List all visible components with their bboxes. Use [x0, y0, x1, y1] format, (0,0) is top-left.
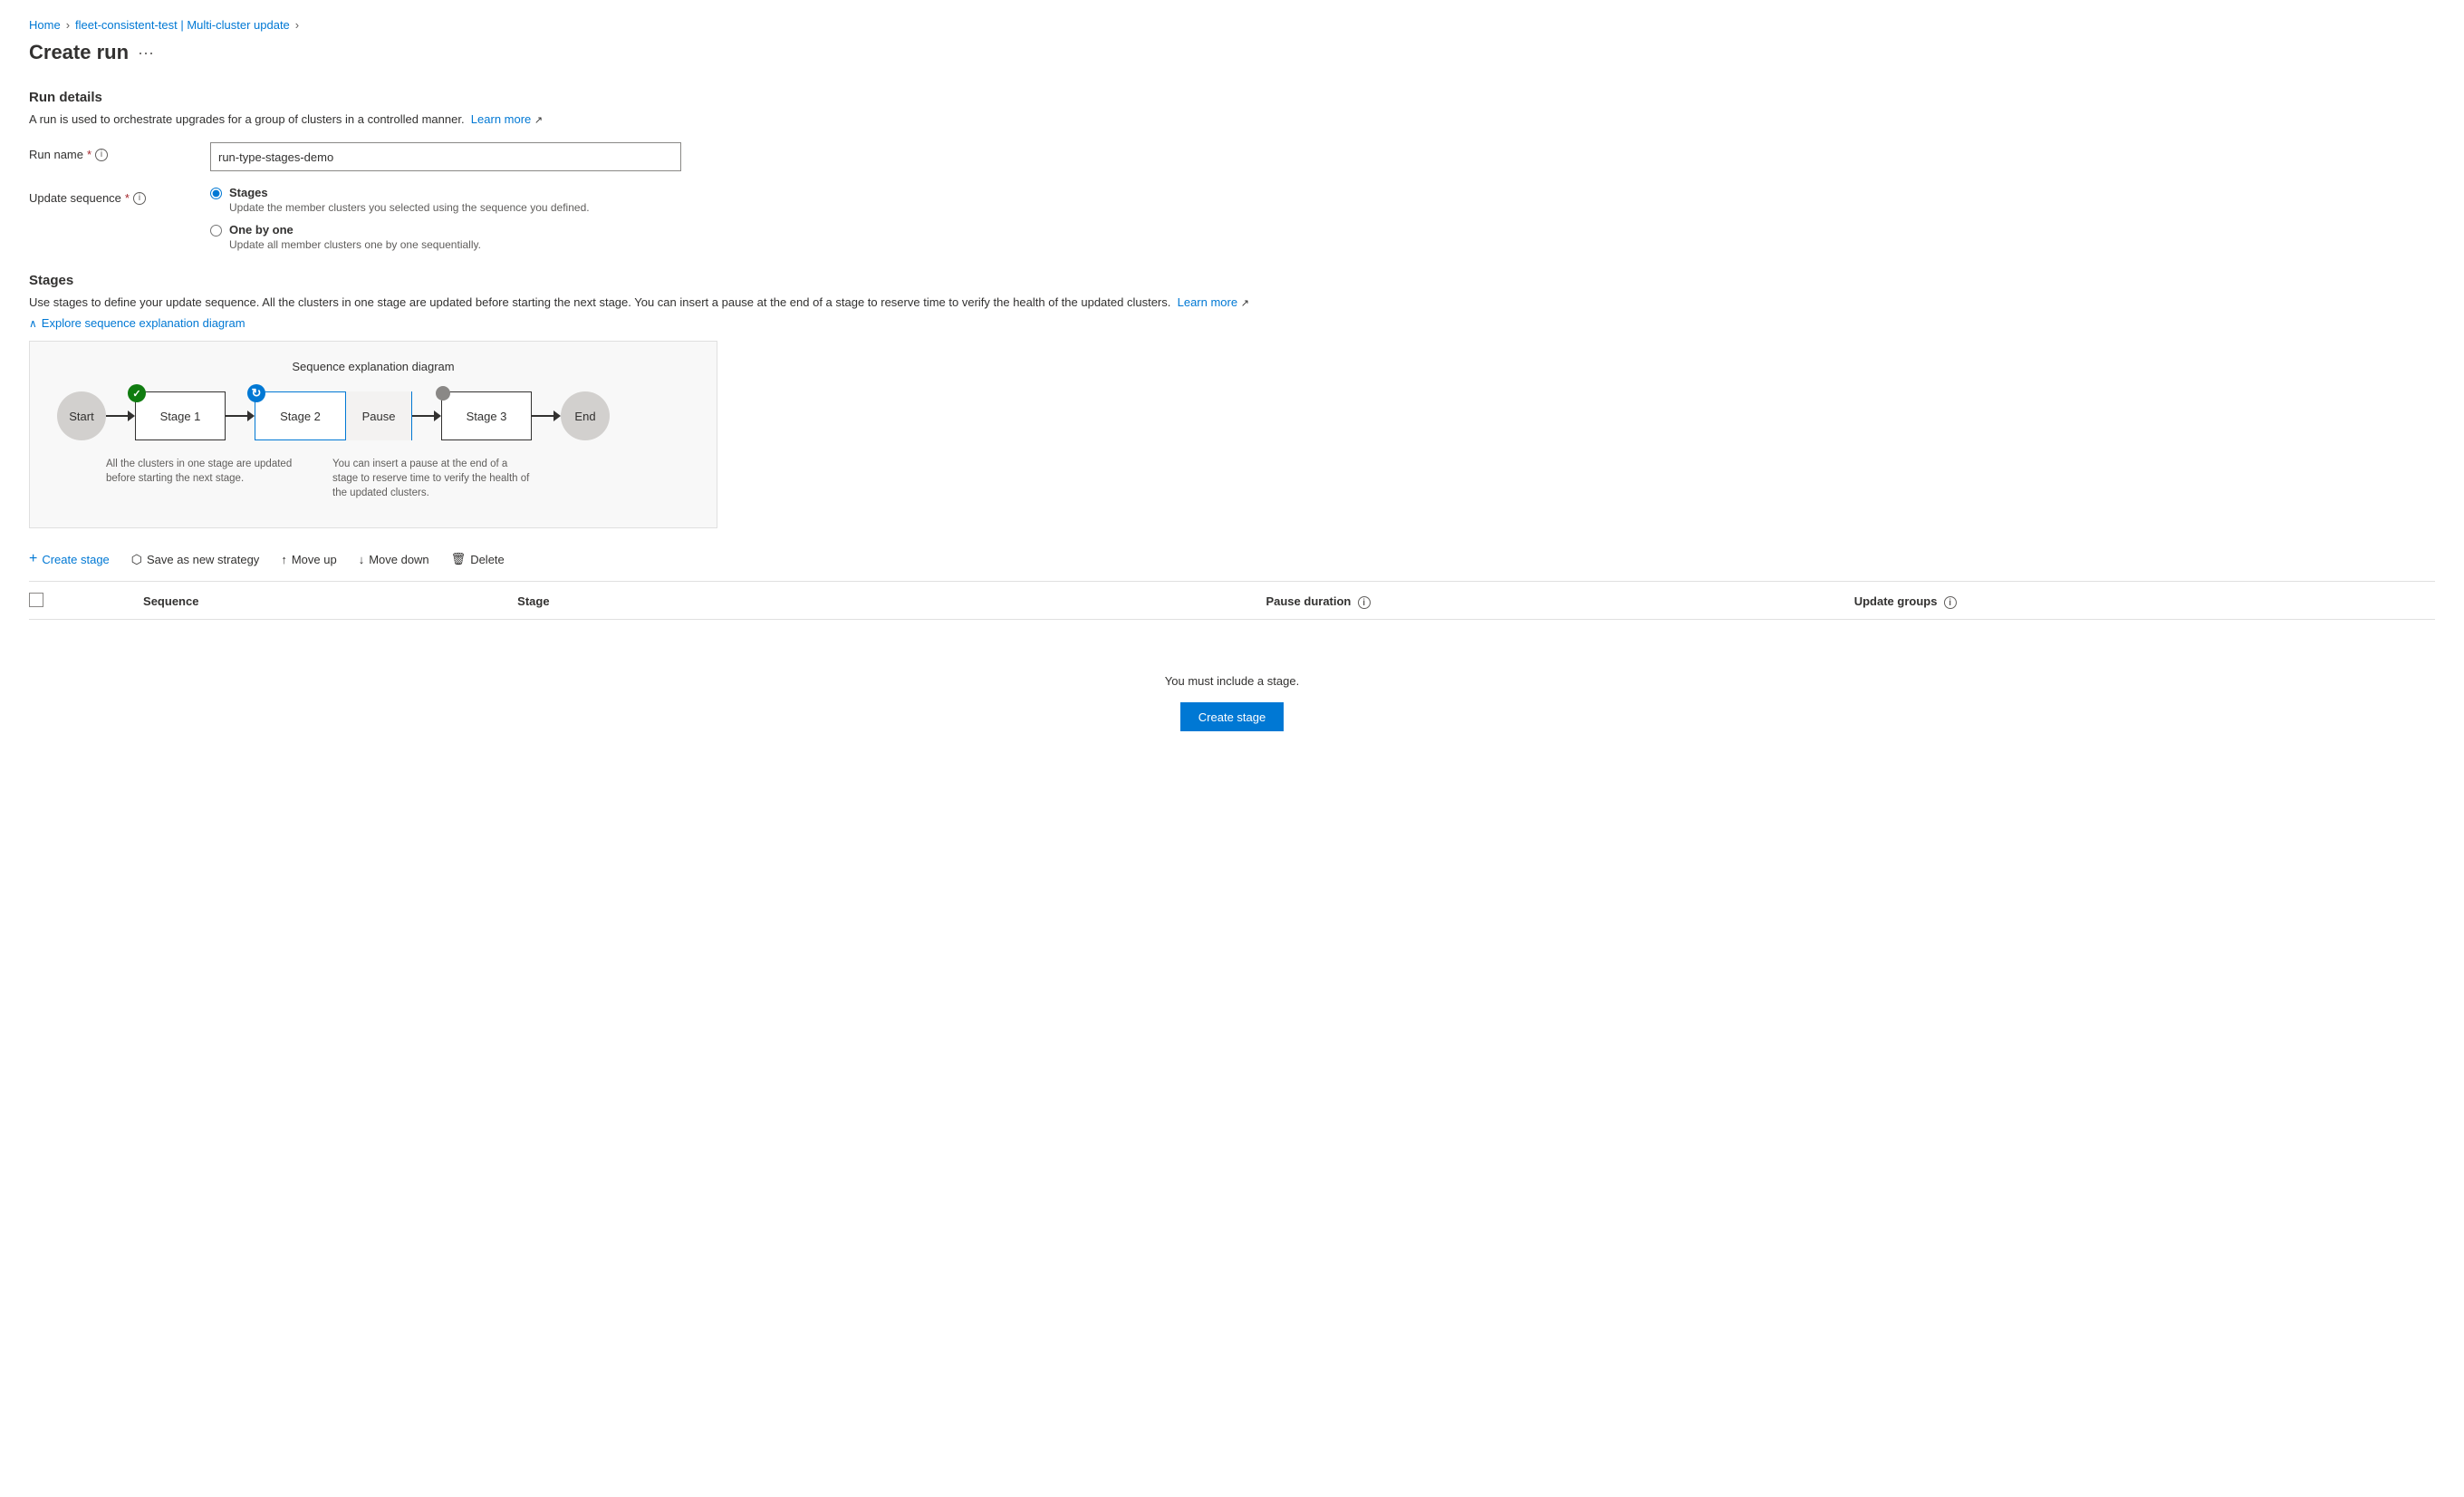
- page-title-row: Create run ···: [29, 41, 2435, 64]
- empty-state: You must include a stage. Create stage: [29, 620, 2435, 768]
- stages-section: Stages Use stages to define your update …: [29, 273, 2435, 768]
- stage1-node-wrapper: ✓ Stage 1: [135, 391, 226, 440]
- stages-external-link-icon: ↗: [1241, 298, 1249, 309]
- stage2-badge: ↻: [247, 384, 265, 402]
- delete-label: Delete: [470, 553, 505, 566]
- start-node-wrapper: Start: [57, 391, 106, 440]
- stage3-badge: [436, 386, 450, 401]
- stages-learn-more[interactable]: Learn more: [1178, 295, 1237, 309]
- run-name-row: Run name * i: [29, 142, 2435, 171]
- update-groups-info-icon[interactable]: i: [1944, 596, 1957, 609]
- ellipsis-menu[interactable]: ···: [138, 43, 154, 63]
- sequence-diagram: Sequence explanation diagram Start ✓ Sta…: [29, 341, 717, 528]
- diagram-annotations: All the clusters in one stage are update…: [57, 457, 689, 500]
- run-details-learn-more[interactable]: Learn more: [471, 112, 531, 126]
- stage1-node: Stage 1: [135, 391, 226, 440]
- arrow-2: [226, 410, 255, 421]
- stages-option[interactable]: Stages Update the member clusters you se…: [210, 186, 590, 214]
- header-checkbox-cell: [29, 582, 136, 620]
- breadcrumb-sep1: ›: [66, 18, 70, 32]
- table-body: You must include a stage. Create stage: [29, 620, 2435, 768]
- annot-left: All the clusters in one stage are update…: [106, 457, 296, 500]
- stages-radio[interactable]: [210, 188, 222, 199]
- arrow-4: [532, 410, 561, 421]
- delete-icon: 🗑: [451, 552, 467, 566]
- pause-label: Pause: [346, 391, 411, 440]
- chevron-up-icon: ∧: [29, 317, 37, 330]
- page-title: Create run: [29, 41, 129, 64]
- update-sequence-required: *: [125, 191, 130, 205]
- breadcrumb-fleet[interactable]: fleet-consistent-test | Multi-cluster up…: [75, 18, 290, 32]
- create-stage-toolbar-button[interactable]: + Create stage: [29, 546, 120, 572]
- stage2-pause-node: Stage 2 Pause: [255, 391, 412, 440]
- update-sequence-row: Update sequence * i Stages Update the me…: [29, 186, 2435, 251]
- arrow-1: [106, 410, 135, 421]
- move-up-icon: ↑: [281, 553, 287, 566]
- create-stage-toolbar-label: Create stage: [42, 553, 109, 566]
- radio-group: Stages Update the member clusters you se…: [210, 186, 590, 251]
- breadcrumb-sep2: ›: [295, 18, 299, 32]
- empty-state-message: You must include a stage.: [47, 674, 2417, 688]
- one-by-one-radio[interactable]: [210, 225, 222, 237]
- header-stage: Stage: [510, 582, 1258, 620]
- save-strategy-label: Save as new strategy: [147, 553, 259, 566]
- header-pause: Pause duration i: [1258, 582, 1846, 620]
- run-details-title: Run details: [29, 90, 2435, 105]
- one-by-one-desc: Update all member clusters one by one se…: [229, 238, 481, 251]
- stage3-node-wrapper: Stage 3: [441, 391, 532, 440]
- one-by-one-option[interactable]: One by one Update all member clusters on…: [210, 223, 590, 251]
- diagram-title: Sequence explanation diagram: [57, 360, 689, 373]
- breadcrumb-home[interactable]: Home: [29, 18, 61, 32]
- move-up-button[interactable]: ↑ Move up: [270, 548, 347, 571]
- header-sequence: Sequence: [136, 582, 510, 620]
- save-strategy-icon: ⬡: [131, 552, 142, 567]
- required-marker: *: [87, 148, 91, 161]
- stages-toolbar: + Create stage ⬡ Save as new strategy ↑ …: [29, 546, 2435, 582]
- move-down-label: Move down: [369, 553, 428, 566]
- end-node-wrapper: End: [561, 391, 610, 440]
- run-name-label: Run name * i: [29, 142, 210, 161]
- update-sequence-label: Update sequence * i: [29, 186, 210, 205]
- stages-description: Use stages to define your update sequenc…: [29, 295, 2435, 309]
- save-strategy-button[interactable]: ⬡ Save as new strategy: [120, 547, 271, 572]
- empty-state-row: You must include a stage. Create stage: [29, 620, 2435, 768]
- move-down-icon: ↓: [359, 553, 365, 566]
- start-node: Start: [57, 391, 106, 440]
- arrow-3: [412, 410, 441, 421]
- update-sequence-info-icon[interactable]: i: [133, 192, 146, 205]
- run-name-info-icon[interactable]: i: [95, 149, 108, 161]
- pause-info-icon[interactable]: i: [1358, 596, 1371, 609]
- run-name-field[interactable]: [210, 142, 681, 171]
- stage3-node: Stage 3: [441, 391, 532, 440]
- stages-radio-desc: Update the member clusters you selected …: [229, 201, 590, 214]
- plus-icon: +: [29, 551, 37, 567]
- run-name-input[interactable]: [210, 142, 681, 171]
- stage2-label: Stage 2: [255, 391, 346, 440]
- end-node: End: [561, 391, 610, 440]
- breadcrumb: Home › fleet-consistent-test | Multi-clu…: [29, 18, 2435, 32]
- delete-button[interactable]: 🗑 Delete: [440, 547, 515, 571]
- annot-right: You can insert a pause at the end of a s…: [332, 457, 532, 500]
- stages-title: Stages: [29, 273, 2435, 288]
- diagram-flow: Start ✓ Stage 1 ↻ Stage 2 Pause: [57, 391, 689, 440]
- header-update-groups: Update groups i: [1847, 582, 2435, 620]
- explore-diagram-toggle[interactable]: ∧ Explore sequence explanation diagram: [29, 316, 2435, 330]
- select-all-checkbox[interactable]: [29, 593, 43, 607]
- move-up-label: Move up: [292, 553, 337, 566]
- update-sequence-options: Stages Update the member clusters you se…: [210, 186, 590, 251]
- create-stage-empty-button[interactable]: Create stage: [1180, 702, 1284, 731]
- one-by-one-label: One by one: [229, 223, 481, 237]
- explore-link-label: Explore sequence explanation diagram: [42, 316, 245, 330]
- stage1-badge: ✓: [128, 384, 146, 402]
- external-link-icon: ↗: [534, 115, 543, 126]
- stages-table: Sequence Stage Pause duration i Update g…: [29, 582, 2435, 768]
- stage2-node-wrapper: ↻ Stage 2 Pause: [255, 391, 412, 440]
- empty-state-cell: You must include a stage. Create stage: [29, 620, 2435, 768]
- run-details-desc: A run is used to orchestrate upgrades fo…: [29, 112, 2435, 126]
- stages-radio-label: Stages: [229, 186, 590, 199]
- table-header: Sequence Stage Pause duration i Update g…: [29, 582, 2435, 620]
- move-down-button[interactable]: ↓ Move down: [348, 548, 440, 571]
